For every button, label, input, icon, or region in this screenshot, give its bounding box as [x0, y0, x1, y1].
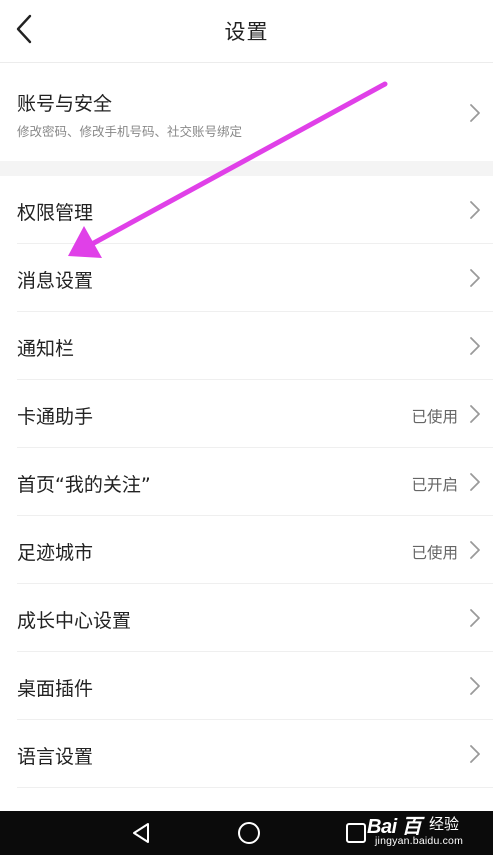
section-divider [0, 161, 493, 176]
page-title: 设置 [224, 20, 269, 44]
account-security-item[interactable]: 账号与安全 修改密码、修改手机号码、社交账号绑定 [0, 63, 493, 161]
settings-item-label: 足迹城市 [17, 542, 94, 564]
chevron-right-icon [469, 404, 481, 424]
settings-item-desktop-widget[interactable]: 桌面插件 [0, 652, 493, 720]
watermark-url: jingyan.baidu.com [375, 835, 464, 847]
account-security-subtitle: 修改密码、修改手机号码、社交账号绑定 [17, 124, 243, 139]
baidu-jingyan-watermark: Bai 百 经验 jingyan.baidu.com [367, 806, 485, 852]
chevron-right-icon [469, 200, 481, 220]
settings-item-label: 桌面插件 [17, 678, 94, 700]
account-security-label: 账号与安全 [17, 93, 113, 115]
square-recent-icon [346, 823, 366, 843]
nav-back-button[interactable] [128, 819, 156, 847]
settings-item-notification-bar[interactable]: 通知栏 [0, 312, 493, 380]
settings-item-status: 已开启 [411, 476, 458, 494]
settings-item-label: 卡通助手 [17, 406, 94, 428]
top-bar: 设置 [0, 0, 493, 63]
nav-recent-button[interactable] [342, 819, 370, 847]
settings-item-status: 已使用 [411, 544, 458, 562]
settings-item-status: 已使用 [411, 408, 458, 426]
settings-item-label: 成长中心设置 [17, 610, 132, 632]
settings-item-permissions[interactable]: 权限管理 [0, 176, 493, 244]
settings-item-label: 权限管理 [17, 202, 94, 224]
chevron-right-icon [469, 540, 481, 560]
chevron-right-icon [469, 608, 481, 628]
chevron-right-icon [469, 336, 481, 356]
settings-list: 权限管理 消息设置 通知栏 卡通助手 已使用 首页“我的关注” 已开启 足迹城市 [0, 176, 493, 788]
settings-item-language[interactable]: 语言设置 [0, 720, 493, 788]
chevron-right-icon [469, 268, 481, 288]
watermark-text: 经验 [429, 816, 460, 833]
settings-item-label: 首页“我的关注” [17, 474, 151, 496]
chevron-right-icon [469, 472, 481, 492]
settings-item-label: 语言设置 [17, 746, 94, 768]
settings-item-footprint-cities[interactable]: 足迹城市 已使用 [0, 516, 493, 584]
chevron-right-icon [469, 744, 481, 764]
circle-home-icon [238, 822, 260, 844]
settings-item-label: 通知栏 [17, 338, 75, 360]
settings-item-growth-center[interactable]: 成长中心设置 [0, 584, 493, 652]
chevron-right-icon [469, 676, 481, 696]
settings-item-cartoon-assistant[interactable]: 卡通助手 已使用 [0, 380, 493, 448]
nav-home-button[interactable] [235, 819, 263, 847]
settings-item-messages[interactable]: 消息设置 [0, 244, 493, 312]
settings-item-label: 消息设置 [17, 270, 94, 292]
settings-item-homepage-follow[interactable]: 首页“我的关注” 已开启 [0, 448, 493, 516]
triangle-back-icon [133, 823, 149, 843]
chevron-right-icon [469, 103, 481, 123]
